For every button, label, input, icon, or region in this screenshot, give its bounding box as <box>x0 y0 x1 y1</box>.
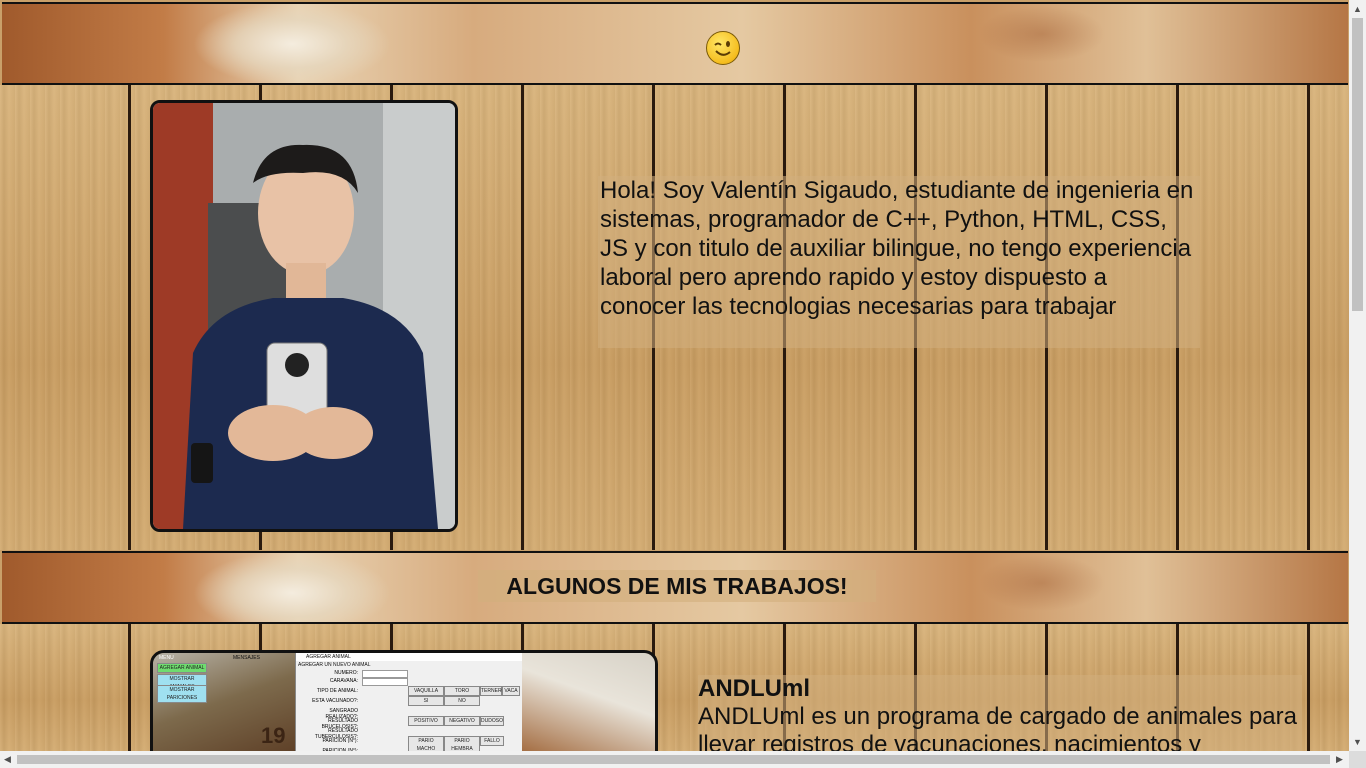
dialog-heading: AGREGAR UN NUEVO ANIMAL <box>298 662 371 668</box>
top-banner <box>2 2 1348 85</box>
field-tag-input[interactable] <box>362 678 408 686</box>
option-positivo[interactable]: POSITIVO <box>408 716 444 726</box>
add-animal-button[interactable]: AGREGAR ANIMAL <box>157 663 207 673</box>
add-animal-dialog: AGREGAR ANIMAL AGREGAR UN NUEVO ANIMAL N… <box>295 653 522 763</box>
project-title: ANDLUml <box>698 675 810 702</box>
project-screenshot[interactable]: 19 MENU MENSAJES AGREGAR ANIMAL MOSTRAR … <box>150 650 658 766</box>
works-title: ALGUNOS DE MIS TRABAJOS! <box>478 570 876 602</box>
messages-label: MENSAJES <box>233 655 260 661</box>
scroll-left-arrow[interactable]: ◀ <box>4 754 11 764</box>
vertical-scroll-thumb[interactable] <box>1352 18 1363 311</box>
field-vaccinated: ESTA VACUNADO?: <box>312 698 358 704</box>
vertical-scrollbar[interactable]: ▲ ▼ <box>1349 0 1366 751</box>
option-ternero[interactable]: TERNERO <box>480 686 505 696</box>
option-dudoso[interactable]: DUDOSO <box>480 716 504 726</box>
show-births-button[interactable]: MOSTRAR PARICIONES <box>157 685 207 703</box>
menu-label: MENU <box>159 655 174 661</box>
scrollbar-corner <box>1349 751 1366 768</box>
field-tag: CARAVANA: <box>329 678 358 684</box>
field-birth-1: PARICION (N°): <box>322 738 358 744</box>
field-number: NUMERO: <box>334 670 358 676</box>
option-fallo[interactable]: FALLO <box>480 736 504 746</box>
app-menu-panel: MENU MENSAJES AGREGAR ANIMAL MOSTRAR ANI… <box>155 655 297 703</box>
bio-text: Hola! Soy Valentín Sigaudo, estudiante d… <box>598 176 1200 348</box>
scroll-down-arrow[interactable]: ▼ <box>1353 737 1362 747</box>
winking-face-icon <box>706 31 740 65</box>
option-negativo[interactable]: NEGATIVO <box>444 716 480 726</box>
profile-photo <box>150 100 458 532</box>
field-number-input[interactable] <box>362 670 408 678</box>
ear-tag: 19 <box>261 723 286 748</box>
cow-photo-right <box>519 653 655 763</box>
horizontal-scrollbar[interactable]: ◀ ▶ <box>0 751 1349 768</box>
field-type: TIPO DE ANIMAL: <box>316 688 358 694</box>
scroll-right-arrow[interactable]: ▶ <box>1336 754 1343 764</box>
option-si[interactable]: SI <box>408 696 444 706</box>
horizontal-scroll-thumb[interactable] <box>17 755 1330 764</box>
option-no[interactable]: NO <box>444 696 480 706</box>
scroll-up-arrow[interactable]: ▲ <box>1353 4 1362 14</box>
option-vaquilla[interactable]: VAQUILLA <box>408 686 444 696</box>
project-text: ANDLUml es un programa de cargado de ani… <box>698 703 1297 751</box>
option-toro[interactable]: TORO <box>444 686 480 696</box>
option-vaca[interactable]: VACA <box>502 686 520 696</box>
project-description: ANDLUml ANDLUml es un programa de cargad… <box>698 675 1302 751</box>
dialog-title: AGREGAR ANIMAL <box>296 653 522 661</box>
